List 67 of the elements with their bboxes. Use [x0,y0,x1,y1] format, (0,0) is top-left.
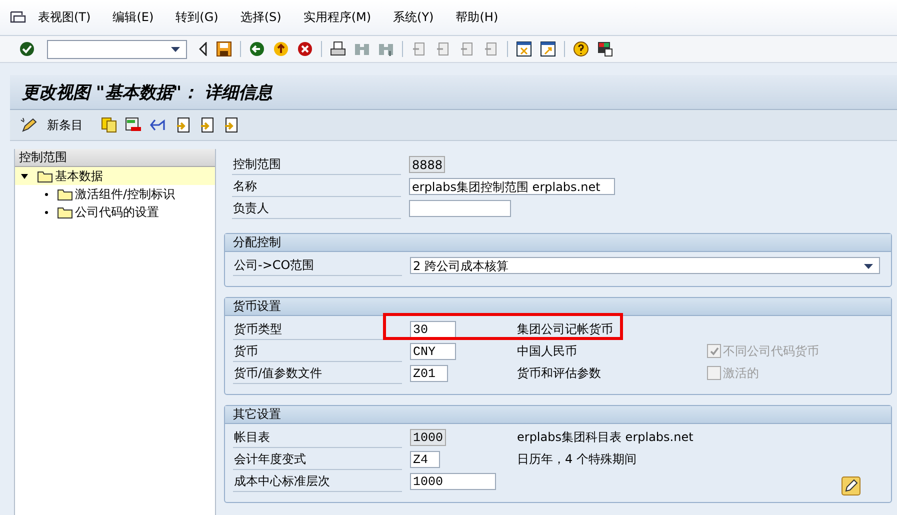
menu-item[interactable]: 表视图(T) [38,9,91,26]
pencil-icon[interactable] [841,476,861,496]
checkmark-icon [708,346,720,356]
save-icon[interactable] [216,41,232,57]
field-label: 货币 [233,340,402,362]
field-label: 公司->CO范围 [233,254,402,276]
dropdown-field[interactable]: 2 跨公司成本核算 [410,256,880,274]
field-label: 会计年度变式 [233,448,402,470]
input-field[interactable]: Z4 [410,450,440,468]
copy-icon[interactable] [101,117,117,133]
field-label: 名称 [232,176,401,196]
input-field[interactable]: 1000 [410,428,446,446]
delete-icon[interactable] [125,117,141,133]
menu-item[interactable]: 系统(Y) [393,9,434,26]
field-label: 帐目表 [233,426,402,448]
input-field[interactable] [409,200,511,216]
field-label: 货币类型 [233,318,402,340]
field-description: 集团公司记帐货币 [517,320,614,338]
folder-icon [57,188,73,200]
field-label: 成本中心标准层次 [233,470,402,492]
tree-header: 控制范围 [15,149,215,167]
monitor-icon[interactable] [597,41,613,57]
print-icon[interactable] [330,41,346,57]
menu-item[interactable]: 转到(G) [176,9,218,26]
pencil-icon [20,117,38,133]
page-icon[interactable] [483,41,499,57]
page-icon[interactable] [459,41,475,57]
input-field[interactable]: CNY [410,342,456,360]
menu-item[interactable]: 实用程序(M) [303,9,372,26]
window-icon[interactable] [516,41,532,57]
back-icon[interactable] [249,41,265,57]
group-title: 分配控制 [225,234,891,252]
folder-icon [57,206,73,218]
help-icon[interactable] [573,41,589,57]
group-title: 货币设置 [225,298,891,316]
menu-item[interactable]: 选择(S) [240,9,282,26]
folder-icon [37,170,53,182]
menu-icon[interactable] [10,10,26,24]
input-field[interactable]: 30 [410,320,456,338]
undo-icon[interactable] [149,117,167,133]
triangle-icon[interactable] [198,42,208,56]
window-icon[interactable] [540,41,556,57]
checkmark-icon[interactable] [19,41,35,57]
collapse-triangle-icon[interactable] [21,174,28,178]
input-field[interactable]: erplabs集团控制范围 erplabs.net [409,178,615,194]
cancel-icon[interactable] [297,41,313,57]
field-label: 控制范围 [232,154,401,174]
tree-node[interactable]: 基本数据 [15,167,215,185]
screen-title: 更改视图 "基本数据"： 详细信息 [22,82,273,104]
field-label: 负责人 [232,198,401,218]
input-field[interactable]: Z01 [410,364,448,382]
field-label: 货币/值参数文件 [233,362,402,384]
caret-icon[interactable] [864,264,873,268]
field-description: erplabs集团科目表 erplabs.net [517,428,694,446]
input-field[interactable]: 8888 [409,156,445,172]
field-description: 日历年，4 个特殊期间 [517,450,638,468]
menu-item[interactable]: 帮助(H) [456,9,498,26]
caret-icon[interactable] [171,46,180,52]
field-description: 中国人民币 [517,342,578,360]
page-icon[interactable] [435,41,451,57]
command-field[interactable] [47,40,187,58]
input-field[interactable]: 1000 [410,472,496,490]
page-icon[interactable] [411,41,427,57]
menu-item[interactable]: 编辑(E) [112,9,154,26]
field-description: 货币和评估参数 [517,364,602,382]
new-entries-button[interactable]: 新条目 [20,116,87,134]
group-title: 其它设置 [225,406,891,424]
